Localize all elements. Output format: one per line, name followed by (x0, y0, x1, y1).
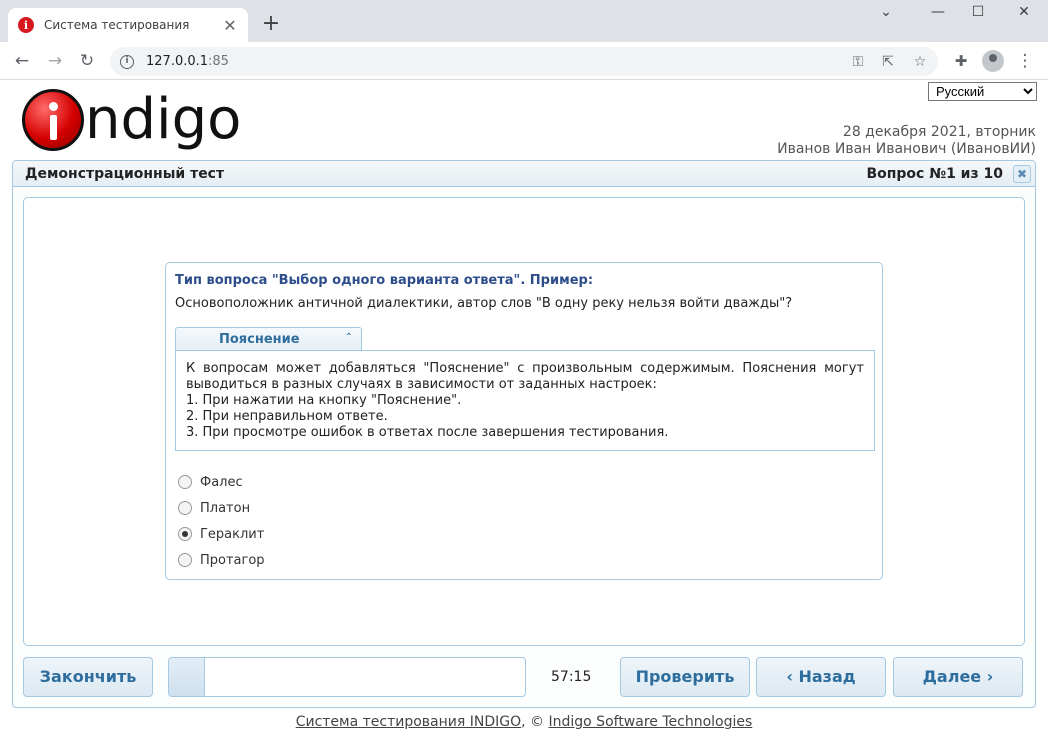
explanation-item: 1. При нажатии на кнопку "Пояснение". (186, 393, 462, 408)
close-tab-icon[interactable]: ✕ (222, 16, 238, 35)
key-icon[interactable]: ⚿ (848, 52, 868, 72)
close-panel-icon[interactable]: ✖ (1013, 165, 1031, 183)
answer-option-label[interactable]: Протагор (200, 553, 265, 568)
question-counter: Вопрос №1 из 10 (866, 166, 1003, 182)
test-title: Демонстрационный тест (25, 166, 225, 182)
url-port: :85 (208, 54, 229, 69)
current-date: 28 декабря 2021, вторник (842, 124, 1036, 140)
explanation-toggle[interactable]: Пояснение ⌃ (175, 327, 362, 350)
page-footer: Система тестирования INDIGO, © Indigo So… (0, 714, 1048, 730)
share-icon[interactable]: ⇱ (878, 52, 898, 72)
current-user: Иванов Иван Иванович (ИвановИИ) (777, 141, 1036, 157)
back-button[interactable]: ‹ Назад (756, 657, 886, 697)
answer-option[interactable]: Протагор (178, 547, 265, 573)
question-text: Основоположник античной диалектики, авто… (175, 296, 793, 311)
explanation-item: 2. При неправильном ответе. (186, 409, 388, 424)
check-button[interactable]: Проверить (620, 657, 750, 697)
browser-tab[interactable]: i Система тестирования ✕ (8, 8, 248, 42)
minimize-window-icon[interactable]: — (918, 4, 958, 26)
question-type-label: Тип вопроса "Выбор одного варианта ответ… (175, 273, 594, 288)
panel-header: Демонстрационный тест Вопрос №1 из 10 ✖ (13, 161, 1035, 187)
company-link[interactable]: Indigo Software Technologies (549, 714, 753, 730)
new-tab-button[interactable]: + (258, 12, 284, 38)
back-arrow-icon[interactable]: ← (10, 50, 34, 72)
forward-arrow-icon[interactable]: → (43, 50, 67, 72)
tab-title: Система тестирования (44, 18, 190, 32)
finish-button[interactable]: Закончить (23, 657, 153, 697)
test-panel: Демонстрационный тест Вопрос №1 из 10 ✖ … (12, 160, 1036, 708)
progress-bar (168, 657, 526, 697)
answer-options: Фалес Платон Гераклит Протагор (178, 469, 265, 573)
bookmark-star-icon[interactable]: ☆ (910, 52, 930, 72)
copyright-separator: , © (521, 714, 549, 730)
question-area: Тип вопроса "Выбор одного варианта ответ… (23, 197, 1025, 646)
indigo-logo: ndigo (22, 88, 241, 152)
explanation-item: 3. При просмотре ошибок в ответах после … (186, 425, 669, 440)
site-favicon-icon: i (18, 17, 34, 33)
maximize-window-icon[interactable]: ☐ (958, 4, 998, 26)
answer-option-label[interactable]: Гераклит (200, 527, 264, 542)
tab-search-chevron-down-icon[interactable]: ⌄ (866, 4, 906, 26)
extensions-puzzle-icon[interactable]: ✚ (949, 50, 973, 72)
reload-icon[interactable]: ↻ (75, 50, 99, 72)
browser-tab-bar: i Система тестирования ✕ + ⌄ — ☐ ✕ (0, 0, 1048, 42)
close-window-icon[interactable]: ✕ (1004, 4, 1044, 26)
site-info-icon[interactable]: i (120, 54, 134, 69)
logo-text: ndigo (85, 87, 242, 152)
system-link[interactable]: Система тестирования INDIGO (296, 714, 521, 730)
answer-option-label[interactable]: Фалес (200, 475, 243, 490)
answer-option[interactable]: Платон (178, 495, 265, 521)
radio-button[interactable] (178, 475, 192, 489)
radio-button[interactable] (178, 501, 192, 515)
explanation-intro: К вопросам может добавляться "Пояснение"… (186, 361, 864, 392)
url-host: 127.0.0.1 (146, 54, 209, 69)
progress-fill (169, 658, 205, 696)
browser-toolbar: ← → ↻ i 127.0.0.1:85 ⚿ ⇱ ☆ ✚ ⋮ (0, 42, 1048, 80)
explanation-tab-label: Пояснение (219, 332, 300, 347)
answer-option[interactable]: Фалес (178, 469, 265, 495)
logo-i-icon (22, 89, 84, 151)
answer-option-label[interactable]: Платон (200, 501, 250, 516)
language-select[interactable]: Русский (928, 82, 1037, 101)
next-button[interactable]: Далее › (893, 657, 1023, 697)
profile-avatar-icon[interactable] (982, 50, 1004, 72)
question-box: Тип вопроса "Выбор одного варианта ответ… (165, 262, 883, 580)
address-bar[interactable]: i 127.0.0.1:85 ⚿ ⇱ ☆ (110, 47, 938, 76)
radio-button[interactable] (178, 553, 192, 567)
chevron-up-icon: ⌃ (344, 332, 353, 343)
timer: 57:15 (551, 669, 592, 685)
radio-button[interactable] (178, 527, 192, 541)
explanation-body: К вопросам может добавляться "Пояснение"… (175, 350, 875, 451)
answer-option[interactable]: Гераклит (178, 521, 265, 547)
browser-menu-icon[interactable]: ⋮ (1013, 50, 1037, 72)
